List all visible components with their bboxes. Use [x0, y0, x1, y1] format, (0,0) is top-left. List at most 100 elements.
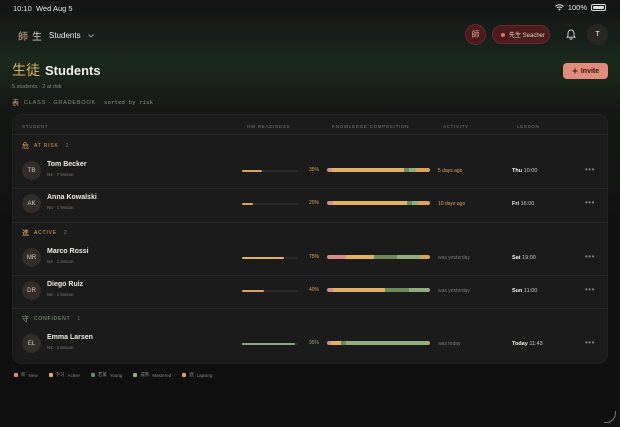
- col-lesson[interactable]: LESSON: [517, 124, 539, 129]
- student-meta: N4 · 1 lesson: [47, 345, 74, 350]
- more-icon[interactable]: •••: [585, 165, 595, 174]
- legend-label: Lapsing: [196, 372, 213, 378]
- student-meta: N4 · 1 lesson: [47, 259, 74, 264]
- composition-segment: [384, 288, 410, 292]
- status-right: 100%: [554, 3, 606, 12]
- mode-toggle-button[interactable]: 師: [465, 24, 486, 45]
- group-kanji: 守: [22, 315, 29, 323]
- table-row[interactable]: DR Diego Ruiz N5 · 1 lesson 40% was yesterda…: [12, 277, 608, 307]
- top-bar: 師 生 Students 師 先生 Seacher T: [0, 22, 620, 48]
- table-row[interactable]: AK Anna Kowalski N5 · 1 lesson 20% 10 days a…: [12, 190, 608, 220]
- legend-swatch: [90, 373, 95, 377]
- more-icon[interactable]: •••: [585, 285, 595, 294]
- lesson-time: 11:43: [529, 341, 543, 347]
- sort-label[interactable]: sorted by risk: [104, 100, 153, 106]
- group-kanji: 危: [22, 142, 29, 150]
- legend-glyph: 若葉: [97, 372, 107, 377]
- wifi-icon: [554, 4, 564, 11]
- legend-glyph: 遅: [189, 372, 194, 377]
- next-lesson: Sun 11:00: [512, 288, 537, 294]
- mode-glyph: 師: [471, 30, 480, 39]
- student-avatar: TB: [22, 161, 41, 180]
- student-name[interactable]: Anna Kowalski: [47, 194, 97, 201]
- activity-text: 5 days ago: [438, 168, 463, 174]
- composition-segment: [417, 201, 430, 205]
- composition-segment: [345, 341, 428, 345]
- invite-label: Invite: [580, 67, 600, 75]
- legend-label: Active: [67, 372, 80, 378]
- student-name[interactable]: Tom Becker: [47, 161, 87, 168]
- group-count: 2: [65, 143, 70, 149]
- row-divider: [12, 275, 608, 276]
- legend-glyph: 成熟: [140, 372, 150, 377]
- hw-readiness-fill: [242, 343, 296, 345]
- student-avatar: EL: [22, 334, 41, 353]
- avatar-initial: T: [595, 31, 600, 38]
- brand-glyph: 師: [18, 32, 28, 43]
- hw-readiness-percent: 95%: [309, 340, 320, 346]
- student-meta: N5 · 1 lesson: [47, 292, 74, 297]
- activity-text: was yesterday: [438, 255, 470, 261]
- student-avatar: MR: [22, 248, 41, 267]
- activity-text: was yesterday: [438, 288, 470, 294]
- table-row[interactable]: MR Marco Rossi N4 · 1 lesson 75% was yesterd…: [12, 244, 608, 274]
- composition-segment: [331, 341, 342, 345]
- legend-item: 若葉 Young: [90, 372, 122, 378]
- composition-segment: [332, 168, 405, 172]
- header-divider: [12, 134, 608, 135]
- student-name[interactable]: Emma Larsen: [47, 334, 93, 341]
- next-lesson: Today 11:43: [512, 341, 543, 347]
- user-avatar-button[interactable]: T: [587, 24, 608, 45]
- col-activity[interactable]: ACTIVITY: [443, 124, 469, 129]
- hw-readiness-fill: [242, 290, 265, 292]
- hw-readiness-bar: [242, 170, 298, 172]
- composition-segment: [327, 255, 346, 259]
- role-dot: [501, 32, 505, 37]
- students-menu[interactable]: 師 生 Students: [18, 28, 94, 43]
- col-knowledge[interactable]: KNOWLEDGE COMPOSITION: [332, 124, 409, 129]
- chevron-down-icon: [87, 33, 94, 38]
- bell-icon: [566, 29, 576, 40]
- more-icon[interactable]: •••: [585, 338, 595, 347]
- lesson-time: 10:00: [523, 168, 538, 174]
- teacher-role-pill[interactable]: 先生 Seacher: [492, 25, 550, 44]
- hw-readiness-percent: 35%: [309, 167, 320, 173]
- composition-segment: [333, 201, 408, 205]
- status-bar: 10:10 Wed Aug 5 100%: [0, 0, 620, 16]
- status-date: Wed Aug 5: [36, 4, 73, 13]
- col-student[interactable]: STUDENT: [22, 124, 48, 129]
- group-divider: [12, 222, 608, 223]
- table-row[interactable]: TB Tom Becker N4 · 7 lesson 35% 5 days ago Th…: [12, 157, 608, 187]
- next-lesson: Sat 19:00: [512, 255, 536, 261]
- more-icon[interactable]: •••: [585, 252, 595, 261]
- composition-segment: [345, 255, 375, 259]
- hw-readiness-fill: [242, 203, 254, 205]
- group-label: 守 CONFIDENT 1: [22, 314, 81, 324]
- status-time: 10:10: [13, 4, 32, 13]
- knowledge-composition-bar: [327, 288, 430, 292]
- legend-item: 新 New: [14, 372, 38, 378]
- scope-kanji: 表: [12, 99, 19, 107]
- student-meta: N4 · 7 lesson: [47, 172, 74, 177]
- title-kanji: 生徒: [12, 63, 40, 79]
- activity-text: 10 days ago: [438, 201, 466, 207]
- composition-segment: [333, 288, 385, 292]
- lesson-day: Fri: [512, 201, 520, 207]
- student-name[interactable]: Marco Rossi: [47, 248, 89, 255]
- group-title: CONFIDENT: [34, 316, 71, 322]
- composition-legend: 新 New 学习 Active 若葉 Young 成熟 Mastered 遅 Lapsing: [14, 372, 212, 378]
- battery-percent: 100%: [567, 3, 587, 12]
- group-label: 危 AT RISK 2: [22, 141, 69, 151]
- student-name[interactable]: Diego Ruiz: [47, 281, 83, 288]
- group-title: AT RISK: [34, 143, 59, 149]
- title-text: Students: [45, 63, 101, 78]
- invite-button[interactable]: Invite: [563, 63, 608, 79]
- more-icon[interactable]: •••: [585, 198, 595, 207]
- legend-item: 学习 Active: [48, 372, 80, 378]
- plus-icon: [572, 68, 578, 74]
- table-row[interactable]: EL Emma Larsen N4 · 1 lesson 95% was today To…: [12, 330, 608, 360]
- legend-swatch: [48, 373, 53, 377]
- col-hw-readiness[interactable]: HW READINESS: [247, 124, 290, 129]
- legend-swatch: [14, 373, 18, 377]
- notifications-button[interactable]: [561, 24, 581, 44]
